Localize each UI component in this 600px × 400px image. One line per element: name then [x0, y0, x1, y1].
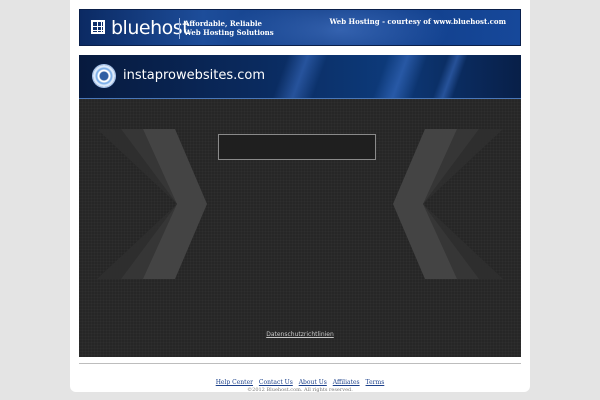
footer-link-affiliates[interactable]: Affiliates [333, 379, 360, 386]
privacy-link[interactable]: Datenschutzrichtlinien [79, 331, 521, 338]
search-input[interactable] [218, 134, 376, 160]
tagline-line-2: Web Hosting Solutions [184, 28, 274, 37]
copyright: ©2012 Bluehost.com. All rights reserved. [247, 387, 353, 393]
light-beam [266, 55, 332, 98]
footer-links: Help Center Contact Us About Us Affiliat… [70, 379, 530, 386]
domain-name: instaprowebsites.com [123, 68, 265, 83]
page-container: bluehost Affordable, Reliable Web Hostin… [70, 0, 530, 393]
courtesy-text[interactable]: Web Hosting - courtesy of www.bluehost.c… [329, 17, 506, 26]
logo-divider [179, 18, 180, 39]
light-beam [426, 55, 472, 98]
tagline-line-1: Affordable, Reliable [184, 19, 262, 28]
footer-divider [79, 363, 521, 364]
footer-link-about-us[interactable]: About Us [299, 379, 327, 386]
footer-link-terms[interactable]: Terms [366, 379, 385, 386]
footer-link-contact-us[interactable]: Contact Us [259, 379, 293, 386]
bluehost-banner[interactable]: bluehost Affordable, Reliable Web Hostin… [79, 9, 521, 46]
domain-bar: instaprowebsites.com [79, 55, 521, 99]
light-beam [366, 55, 432, 98]
bluehost-logo-text: bluehost [111, 17, 190, 39]
domain-ring-icon [93, 65, 115, 87]
tagline: Affordable, Reliable Web Hosting Solutio… [184, 19, 274, 37]
footer-link-help-center[interactable]: Help Center [216, 379, 253, 386]
parked-content-area: Datenschutzrichtlinien [79, 99, 521, 357]
bluehost-logo-grid-icon [91, 20, 105, 34]
